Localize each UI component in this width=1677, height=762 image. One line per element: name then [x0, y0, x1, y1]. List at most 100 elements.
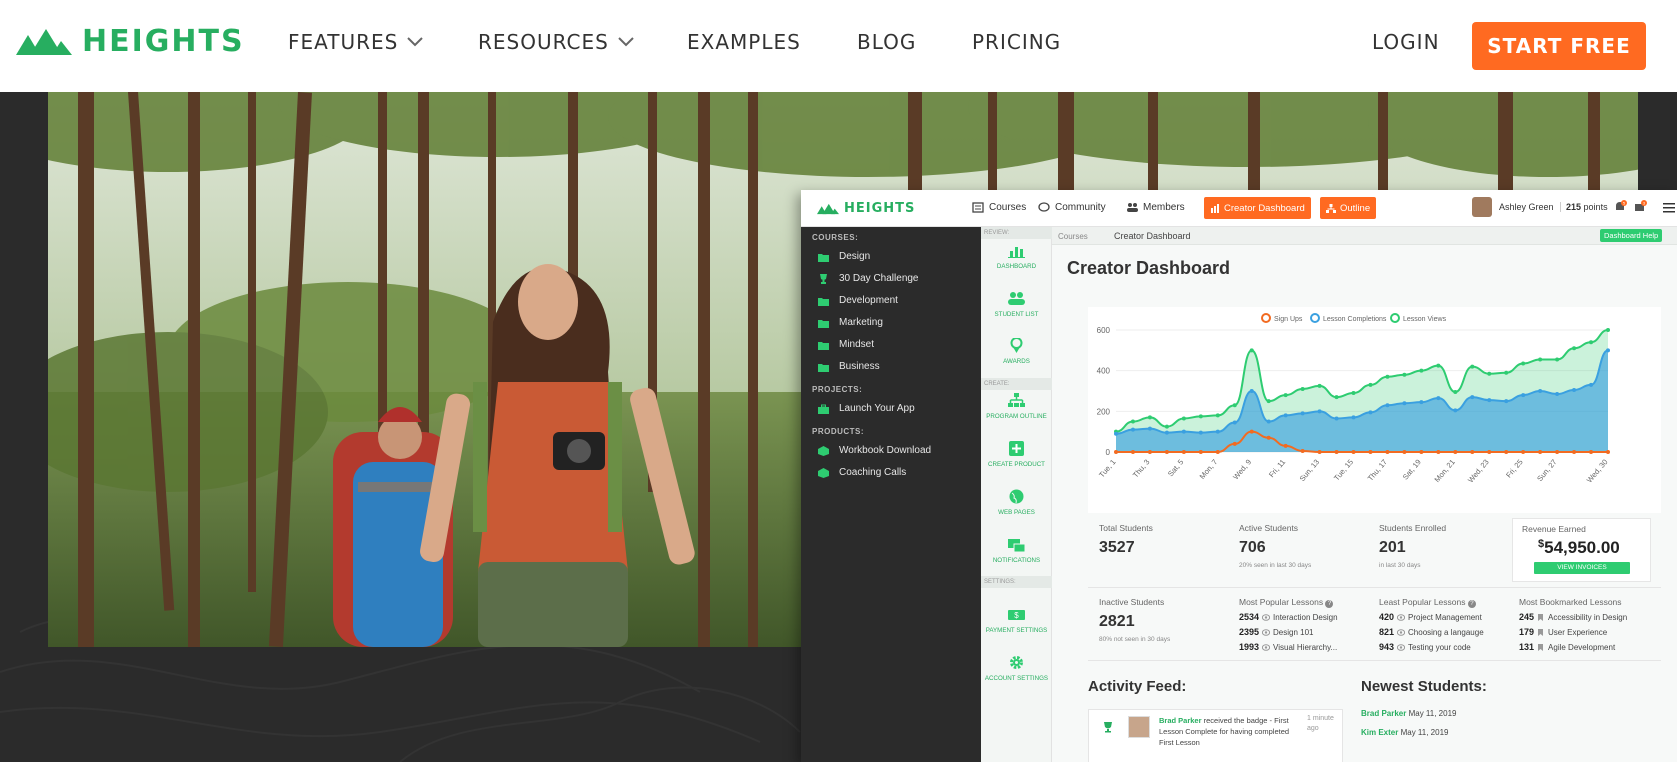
tool-label: STUDENT LIST [994, 311, 1039, 318]
start-free-button[interactable]: START FREE [1472, 22, 1646, 70]
bell-icon[interactable]: 5 [1613, 200, 1627, 214]
data-point [1266, 399, 1271, 404]
sidebar-product-label: Workbook Download [839, 445, 932, 456]
data-point [1453, 408, 1458, 413]
tool-program-outline[interactable]: PROGRAM OUTLINE [981, 393, 1052, 420]
tool-dashboard[interactable]: DASHBOARD [981, 243, 1052, 270]
lesson-row[interactable]: 943 Testing your code [1379, 640, 1484, 655]
dashboard-logo[interactable]: HEIGHTS [817, 201, 915, 216]
lesson-row[interactable]: 821 Choosing a langauge [1379, 625, 1484, 640]
nav-resources[interactable]: RESOURCES [478, 30, 635, 54]
tool-label: DASHBOARD [996, 263, 1037, 270]
lesson-row[interactable]: 420 Project Management [1379, 610, 1484, 625]
lesson-row[interactable]: 2395 Design 101 [1239, 625, 1338, 640]
data-point [1538, 450, 1543, 454]
data-point [1572, 387, 1577, 392]
bar-chart-icon [1008, 247, 1025, 258]
hamburger-menu-icon[interactable] [1663, 202, 1675, 213]
activity-time-ago: ago [1307, 725, 1319, 732]
user-name[interactable]: Ashley Green [1499, 202, 1554, 212]
briefcase-icon [818, 404, 829, 414]
lesson-row[interactable]: 1993 Visual Hierarchy... [1239, 640, 1338, 655]
tool-awards[interactable]: AWARDS [981, 338, 1052, 365]
sidebar-course-item[interactable]: Marketing [818, 317, 883, 328]
dash-nav-members[interactable]: Members [1126, 202, 1185, 213]
dash-nav-courses[interactable]: Courses [972, 202, 1026, 213]
least-popular-label: Least Popular Lessons [1379, 597, 1466, 607]
tool-student-list[interactable]: STUDENT LIST [981, 291, 1052, 318]
lesson-count: 821 [1379, 627, 1395, 637]
data-point [1266, 435, 1271, 440]
messages-icon[interactable]: 3 [1633, 200, 1647, 214]
legend-label: Lesson Completions [1323, 316, 1387, 323]
activity-user[interactable]: Brad Parker [1159, 716, 1202, 725]
courses-heading: COURSES: [812, 233, 859, 242]
sidebar-course-item[interactable]: Design [818, 251, 870, 262]
sidebar-course-label: Business [839, 361, 880, 372]
sidebar-course-label: Development [839, 295, 898, 306]
tool-account-settings[interactable]: ACCOUNT SETTINGS [981, 655, 1052, 682]
nav-resources-label: RESOURCES [478, 30, 609, 54]
legend-marker [1310, 313, 1320, 323]
cube-icon [818, 467, 829, 478]
student-name[interactable]: Kim Exter [1361, 728, 1398, 737]
nav-examples[interactable]: EXAMPLES [687, 30, 801, 54]
tool-notifications[interactable]: NOTIFICATIONS [981, 537, 1052, 564]
sidebar-project-item[interactable]: Launch Your App [818, 403, 915, 414]
dashboard-help-button[interactable]: Dashboard Help [1600, 229, 1663, 242]
activity-item[interactable]: Brad Parker received the badge - First L… [1088, 709, 1343, 762]
info-icon[interactable]: ? [1325, 600, 1334, 608]
bookmark-icon [1538, 629, 1544, 637]
data-point [1419, 400, 1424, 405]
nav-pricing[interactable]: PRICING [972, 30, 1061, 54]
courses-sidebar: COURSES: Design 30 Day Challenge Developme… [801, 227, 981, 762]
enrolled-students-sub: in last 30 days [1379, 562, 1421, 569]
data-point [1487, 398, 1492, 403]
lesson-row[interactable]: 245 Accessibility in Design [1519, 610, 1627, 625]
tool-payment-settings[interactable]: $ PAYMENT SETTINGS [981, 607, 1052, 634]
x-tick-label: Thu, 17 [1366, 458, 1389, 483]
sidebar-course-item[interactable]: Mindset [818, 339, 874, 350]
dash-nav-community[interactable]: Community [1038, 202, 1106, 213]
newest-student-item[interactable]: Brad Parker May 11, 2019 [1361, 709, 1456, 718]
least-popular-heading: Least Popular Lessons ? [1379, 597, 1476, 608]
sidebar-product-item[interactable]: Coaching Calls [818, 467, 906, 478]
creator-tools-column: REVIEW: CREATE: SETTINGS: DASHBOARD STUDE… [981, 227, 1052, 762]
data-point [1215, 450, 1220, 454]
login-link[interactable]: LOGIN [1372, 30, 1440, 54]
eye-icon [1397, 644, 1406, 652]
sidebar-course-item[interactable]: 30 Day Challenge [818, 273, 919, 284]
creator-dashboard-button[interactable]: Creator Dashboard [1204, 197, 1311, 219]
x-tick-label: Wed, 30 [1585, 458, 1610, 485]
avatar[interactable] [1472, 197, 1492, 217]
sidebar-course-item[interactable]: Business [818, 361, 880, 372]
data-point [1232, 403, 1237, 408]
svg-text:$: $ [1014, 611, 1019, 620]
sidebar-course-item[interactable]: Development [818, 295, 898, 306]
divider [1088, 660, 1661, 661]
lesson-row[interactable]: 2534 Interaction Design [1239, 610, 1338, 625]
newest-student-item[interactable]: Kim Exter May 11, 2019 [1361, 728, 1448, 737]
breadcrumb-courses[interactable]: Courses [1058, 232, 1088, 241]
products-heading: PRODUCTS: [812, 427, 865, 436]
view-invoices-button[interactable]: VIEW INVOICES [1534, 562, 1630, 574]
outline-button[interactable]: Outline [1320, 197, 1377, 219]
data-point [1300, 411, 1305, 416]
lesson-row[interactable]: 131 Agile Development [1519, 640, 1627, 655]
data-point [1504, 370, 1509, 375]
tool-create-product[interactable]: CREATE PRODUCT [981, 441, 1052, 468]
x-tick-label: Mon, 7 [1198, 458, 1220, 481]
lesson-row[interactable]: 179 User Experience [1519, 625, 1627, 640]
sidebar-product-label: Coaching Calls [839, 467, 907, 478]
revenue-card: Revenue Earned $54,950.00 VIEW INVOICES [1512, 518, 1651, 582]
data-point [1283, 393, 1288, 398]
nav-features[interactable]: FEATURES [288, 30, 424, 54]
lesson-count: 131 [1519, 642, 1535, 652]
info-icon[interactable]: ? [1467, 600, 1476, 608]
sidebar-product-item[interactable]: Workbook Download [818, 445, 931, 456]
x-tick-label: Tue, 1 [1097, 458, 1117, 480]
nav-blog[interactable]: BLOG [857, 30, 916, 54]
heights-logo[interactable]: HEIGHTS [16, 24, 245, 59]
tool-web-pages[interactable]: WEB PAGES [981, 489, 1052, 516]
student-name[interactable]: Brad Parker [1361, 709, 1406, 718]
